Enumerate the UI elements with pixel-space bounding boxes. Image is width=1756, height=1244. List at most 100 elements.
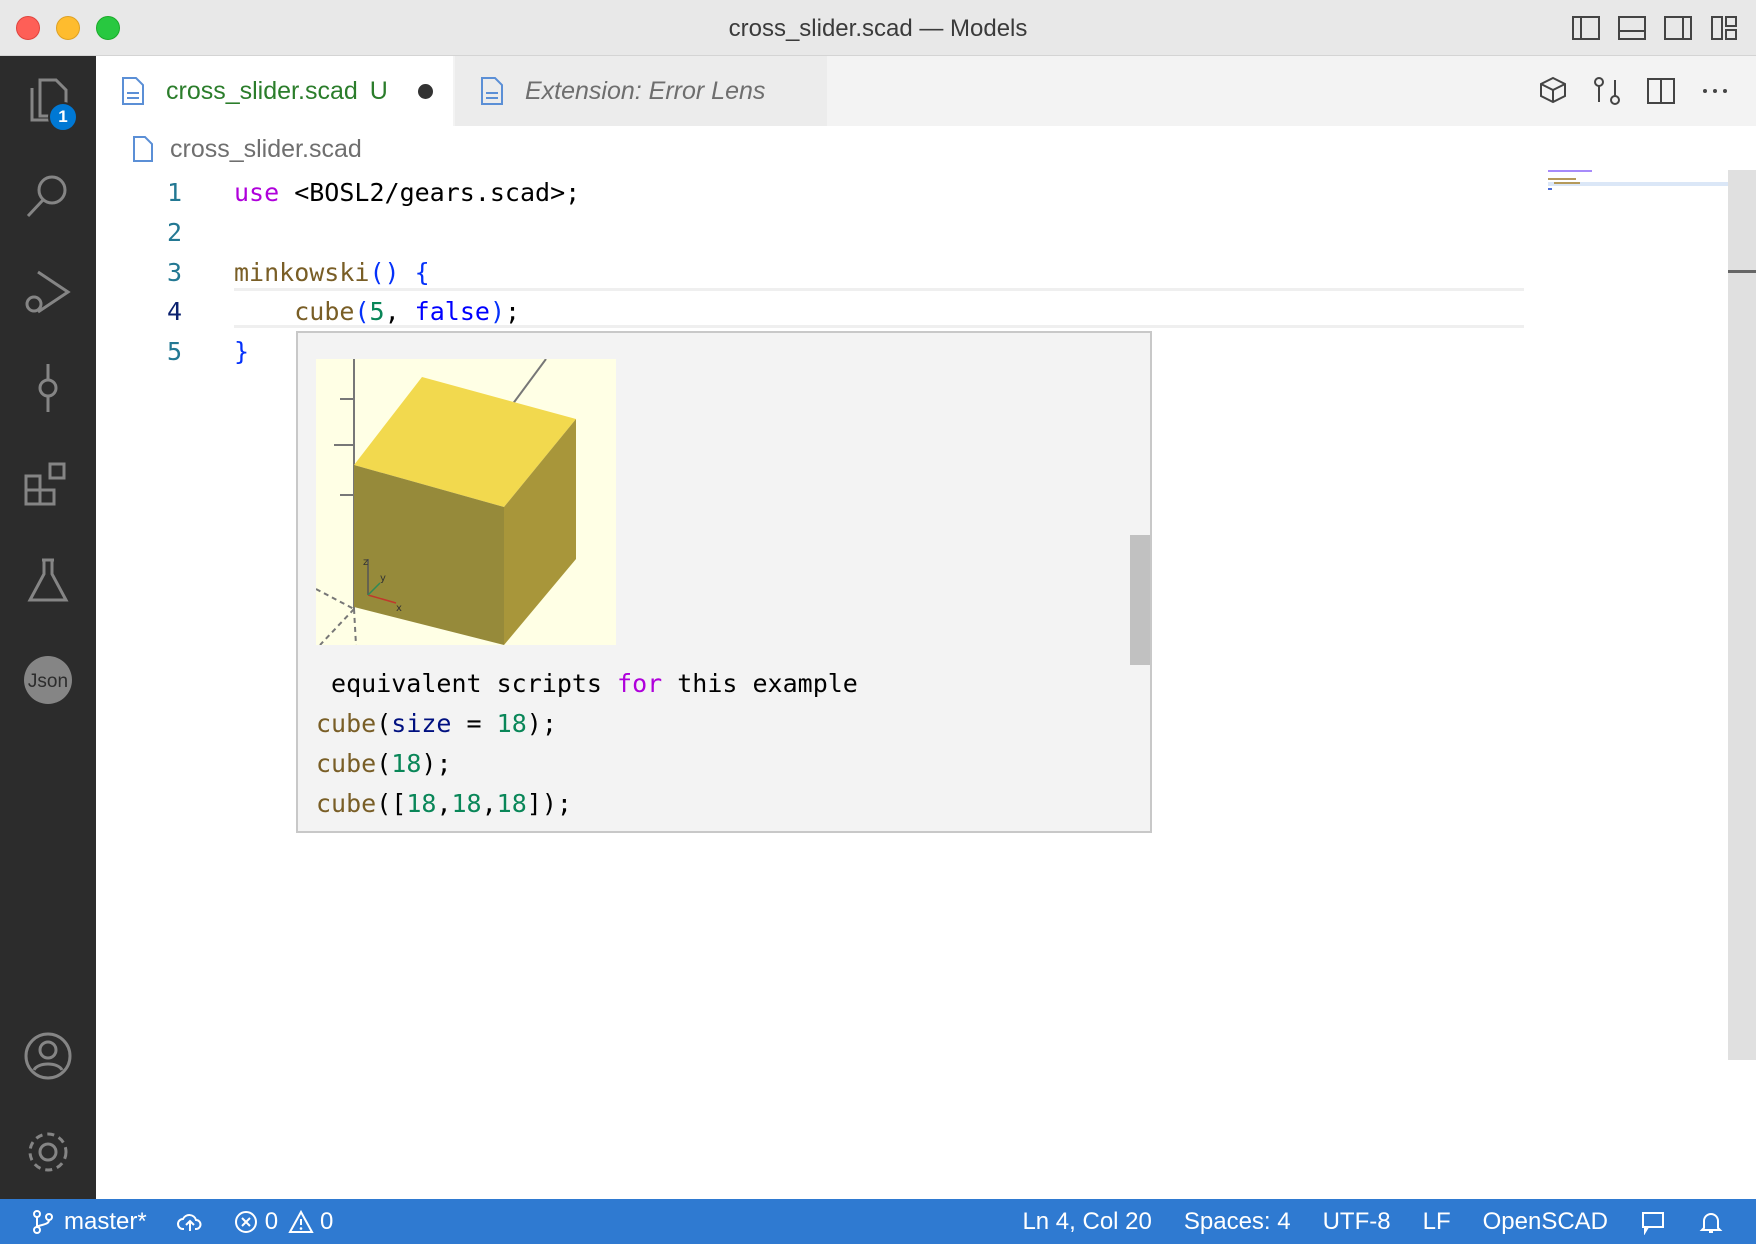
code-token: cube — [294, 296, 355, 326]
line-number: 3 — [166, 257, 182, 287]
branch-status[interactable]: master* — [30, 1208, 147, 1236]
extensions-icon[interactable] — [20, 456, 76, 512]
toggle-primary-sidebar-icon[interactable] — [1570, 12, 1602, 44]
tab-label: Extension: Error Lens — [525, 76, 766, 105]
code-text[interactable]: cube(5, false); — [234, 297, 520, 326]
code-editor[interactable]: 1 use <BOSL2/gears.scad>; 2 3 minkowski(… — [96, 172, 1544, 1199]
code-text[interactable]: minkowski() { — [234, 258, 430, 287]
problems-status[interactable]: 0 0 — [233, 1207, 334, 1236]
svg-text:x: x — [396, 603, 402, 614]
code-token: ( — [376, 749, 392, 778]
svg-text:Json: Json — [28, 671, 68, 692]
window-title: cross_slider.scad — Models — [728, 15, 1028, 42]
encoding[interactable]: UTF-8 — [1323, 1208, 1391, 1236]
customize-layout-icon[interactable] — [1708, 12, 1740, 44]
hover-scrollbar[interactable] — [1130, 535, 1150, 665]
end-of-line[interactable]: LF — [1423, 1208, 1451, 1236]
warning-count: 0 — [320, 1207, 334, 1235]
explorer-badge: 1 — [48, 102, 78, 132]
code-text[interactable]: } — [234, 337, 249, 366]
line-number: 2 — [166, 217, 182, 247]
warning-icon — [288, 1209, 314, 1233]
code-token: 18 — [496, 709, 527, 738]
error-icon — [234, 1210, 257, 1233]
code-line[interactable]: 2 — [96, 212, 1544, 252]
code-token: ) — [489, 296, 505, 326]
code-line[interactable]: 4 cube(5, false); — [96, 291, 1544, 331]
code-token: 5 — [369, 296, 385, 326]
status-bar: master* 0 0 Ln 4, Col 20 Spaces: 4 UTF-8… — [0, 1199, 1756, 1244]
language-mode[interactable]: OpenSCAD — [1483, 1208, 1608, 1236]
code-token: this example — [662, 669, 858, 698]
code-token: 18 — [496, 789, 527, 818]
code-token: { — [414, 257, 430, 287]
cloud-upload-icon — [176, 1213, 202, 1231]
branch-name: master* — [64, 1207, 147, 1235]
account-icon[interactable] — [20, 1028, 76, 1084]
code-token: , — [436, 789, 452, 818]
line-number: 5 — [166, 336, 182, 366]
activity-bar: 1 Json — [0, 56, 96, 1199]
doc-line: cube(18); — [316, 749, 452, 778]
code-token: cube — [316, 789, 377, 818]
split-editor-icon[interactable] — [1644, 74, 1678, 108]
hover-widget[interactable]: z y x equivalent scripts for this exampl… — [296, 331, 1152, 833]
svg-text:y: y — [380, 573, 386, 584]
file-icon — [133, 136, 153, 162]
bell-icon — [1699, 1212, 1723, 1233]
feedback-button[interactable] — [1640, 1209, 1666, 1235]
notifications-button[interactable] — [1698, 1209, 1724, 1235]
openscad-preview-icon[interactable] — [1536, 74, 1570, 108]
code-token: 18 — [406, 789, 437, 818]
svg-text:z: z — [363, 557, 368, 568]
line-number: 4 — [166, 296, 182, 326]
doc-line: equivalent scripts for this example — [316, 669, 858, 698]
code-token: minkowski — [234, 257, 370, 287]
code-token: () — [369, 257, 400, 287]
code-token: 18 — [391, 749, 422, 778]
gear-icon[interactable] — [20, 1124, 76, 1180]
code-text[interactable]: use <BOSL2/gears.scad>; — [234, 178, 580, 207]
unsaved-dot-icon[interactable] — [417, 83, 433, 99]
testing-icon[interactable] — [20, 552, 76, 608]
toggle-secondary-sidebar-icon[interactable] — [1662, 12, 1694, 44]
sync-status[interactable] — [176, 1209, 203, 1235]
file-icon — [122, 77, 144, 105]
code-token: use — [234, 177, 280, 207]
tab-cross-slider[interactable]: cross_slider.scad U — [96, 56, 453, 126]
breadcrumb[interactable]: cross_slider.scad — [96, 126, 1536, 172]
code-token: ]); — [526, 789, 572, 818]
compare-changes-icon[interactable] — [1590, 74, 1624, 108]
minimap[interactable] — [1548, 166, 1728, 206]
error-count: 0 — [264, 1207, 279, 1235]
code-token: , — [481, 789, 497, 818]
git-branch-icon — [33, 1209, 53, 1234]
code-token: for — [617, 669, 663, 698]
json-icon[interactable]: Json — [20, 652, 76, 708]
tab-label: cross_slider.scad — [166, 76, 358, 105]
source-control-icon[interactable] — [20, 360, 76, 416]
code-token: ([ — [376, 789, 407, 818]
more-actions-icon[interactable] — [1698, 74, 1732, 108]
code-token: ); — [526, 709, 557, 738]
editor-scrollbar[interactable] — [1728, 170, 1756, 1060]
run-debug-icon[interactable] — [20, 264, 76, 320]
code-token: ( — [354, 296, 370, 326]
feedback-icon — [1642, 1211, 1664, 1235]
toggle-panel-icon[interactable] — [1616, 12, 1648, 44]
search-icon[interactable] — [20, 168, 76, 224]
tab-extension-error-lens[interactable]: Extension: Error Lens — [455, 56, 827, 126]
breadcrumb-file[interactable]: cross_slider.scad — [170, 135, 362, 164]
code-token: 18 — [451, 789, 482, 818]
code-token: cube — [316, 749, 377, 778]
code-line[interactable]: 1 use <BOSL2/gears.scad>; — [96, 172, 1544, 212]
code-line[interactable]: 3 minkowski() { — [96, 252, 1544, 292]
line-number: 1 — [166, 177, 182, 207]
indentation[interactable]: Spaces: 4 — [1184, 1208, 1291, 1236]
code-token: <BOSL2/gears.scad>; — [279, 177, 581, 207]
untracked-badge: U — [369, 76, 388, 105]
cursor-position[interactable]: Ln 4, Col 20 — [1022, 1208, 1151, 1236]
code-token: } — [234, 336, 250, 366]
